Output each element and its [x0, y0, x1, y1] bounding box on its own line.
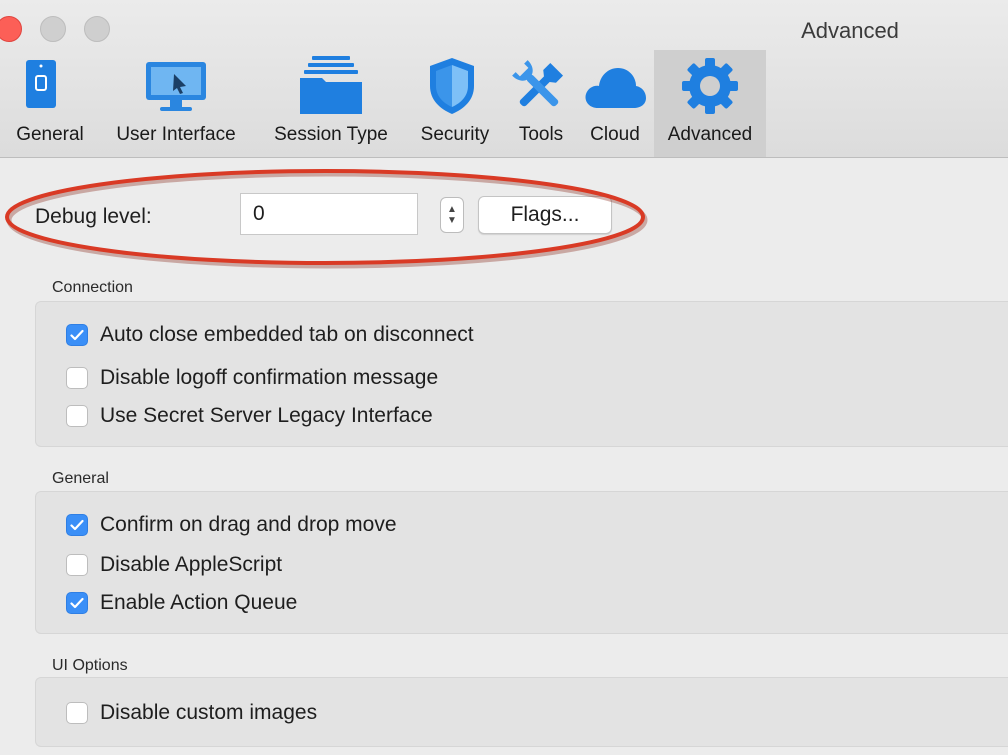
checkmark-icon [70, 329, 84, 341]
connection-section-title: Connection [52, 279, 133, 296]
confirm-drag-drop-option[interactable]: Confirm on drag and drop move [66, 512, 397, 538]
legacy-interface-label: Use Secret Server Legacy Interface [100, 404, 433, 427]
checkmark-icon [70, 519, 84, 531]
stepper-down-icon[interactable]: ▼ [447, 215, 457, 226]
debug-level-label: Debug level: [35, 205, 152, 228]
disable-custom-images-option[interactable]: Disable custom images [66, 700, 317, 726]
tools-icon [512, 60, 564, 107]
disable-applescript-label: Disable AppleScript [100, 553, 283, 576]
tab-cloud[interactable]: Cloud [578, 50, 652, 157]
disable-applescript-option[interactable]: Disable AppleScript [66, 552, 282, 578]
flags-button[interactable]: Flags... [478, 196, 612, 234]
auto-close-tab-checkbox[interactable] [66, 324, 88, 346]
stepper-up-icon[interactable]: ▲ [447, 204, 457, 215]
tab-general[interactable]: General [0, 50, 100, 157]
checkmark-icon [70, 597, 84, 609]
tab-user-interface[interactable]: User Interface [100, 50, 252, 157]
ui-options-group: Disable custom images [35, 677, 1008, 747]
tab-tools[interactable]: Tools [506, 50, 576, 157]
gear-icon [682, 58, 738, 114]
tab-session-type[interactable]: Session Type [256, 50, 406, 157]
tab-tools-label: Tools [518, 124, 564, 145]
disable-custom-images-checkbox[interactable] [66, 702, 88, 724]
ui-options-section-title: UI Options [52, 657, 128, 674]
shield-icon [430, 58, 474, 114]
disable-custom-images-label: Disable custom images [100, 701, 318, 724]
enable-action-queue-checkbox[interactable] [66, 592, 88, 614]
confirm-drag-drop-checkbox[interactable] [66, 514, 88, 536]
legacy-interface-option[interactable]: Use Secret Server Legacy Interface [66, 403, 433, 429]
window-title: Advanced [801, 18, 899, 43]
confirm-drag-drop-label: Confirm on drag and drop move [100, 513, 397, 536]
legacy-interface-checkbox[interactable] [66, 405, 88, 427]
general-section-title: General [52, 470, 109, 487]
tab-security-label: Security [420, 124, 490, 145]
tab-session-type-label: Session Type [274, 124, 388, 145]
auto-close-tab-option[interactable]: Auto close embedded tab on disconnect [66, 322, 474, 348]
tab-advanced-label: Advanced [667, 124, 753, 145]
tab-general-label: General [16, 124, 84, 145]
disable-applescript-checkbox[interactable] [66, 554, 88, 576]
tab-cloud-label: Cloud [590, 124, 640, 145]
connection-group: Auto close embedded tab on disconnect Di… [35, 301, 1008, 447]
enable-action-queue-option[interactable]: Enable Action Queue [66, 590, 297, 616]
window-toolbar: Advanced General User Interface Session … [0, 0, 1008, 158]
enable-action-queue-label: Enable Action Queue [100, 591, 298, 614]
cloud-icon [585, 68, 646, 108]
folder-icon [300, 56, 362, 114]
monitor-icon [146, 62, 206, 111]
disable-logoff-confirmation-checkbox[interactable] [66, 367, 88, 389]
tab-user-interface-label: User Interface [116, 124, 236, 145]
disable-logoff-confirmation-label: Disable logoff confirmation message [100, 366, 439, 389]
tab-advanced[interactable]: Advanced [654, 50, 766, 157]
auto-close-tab-label: Auto close embedded tab on disconnect [100, 323, 474, 346]
disable-logoff-confirmation-option[interactable]: Disable logoff confirmation message [66, 365, 438, 391]
phone-icon [26, 60, 56, 108]
debug-level-input[interactable] [240, 193, 418, 235]
tab-security[interactable]: Security [406, 50, 504, 157]
debug-level-stepper[interactable]: ▲ ▼ [440, 197, 464, 233]
general-group: Confirm on drag and drop move Disable Ap… [35, 491, 1008, 634]
